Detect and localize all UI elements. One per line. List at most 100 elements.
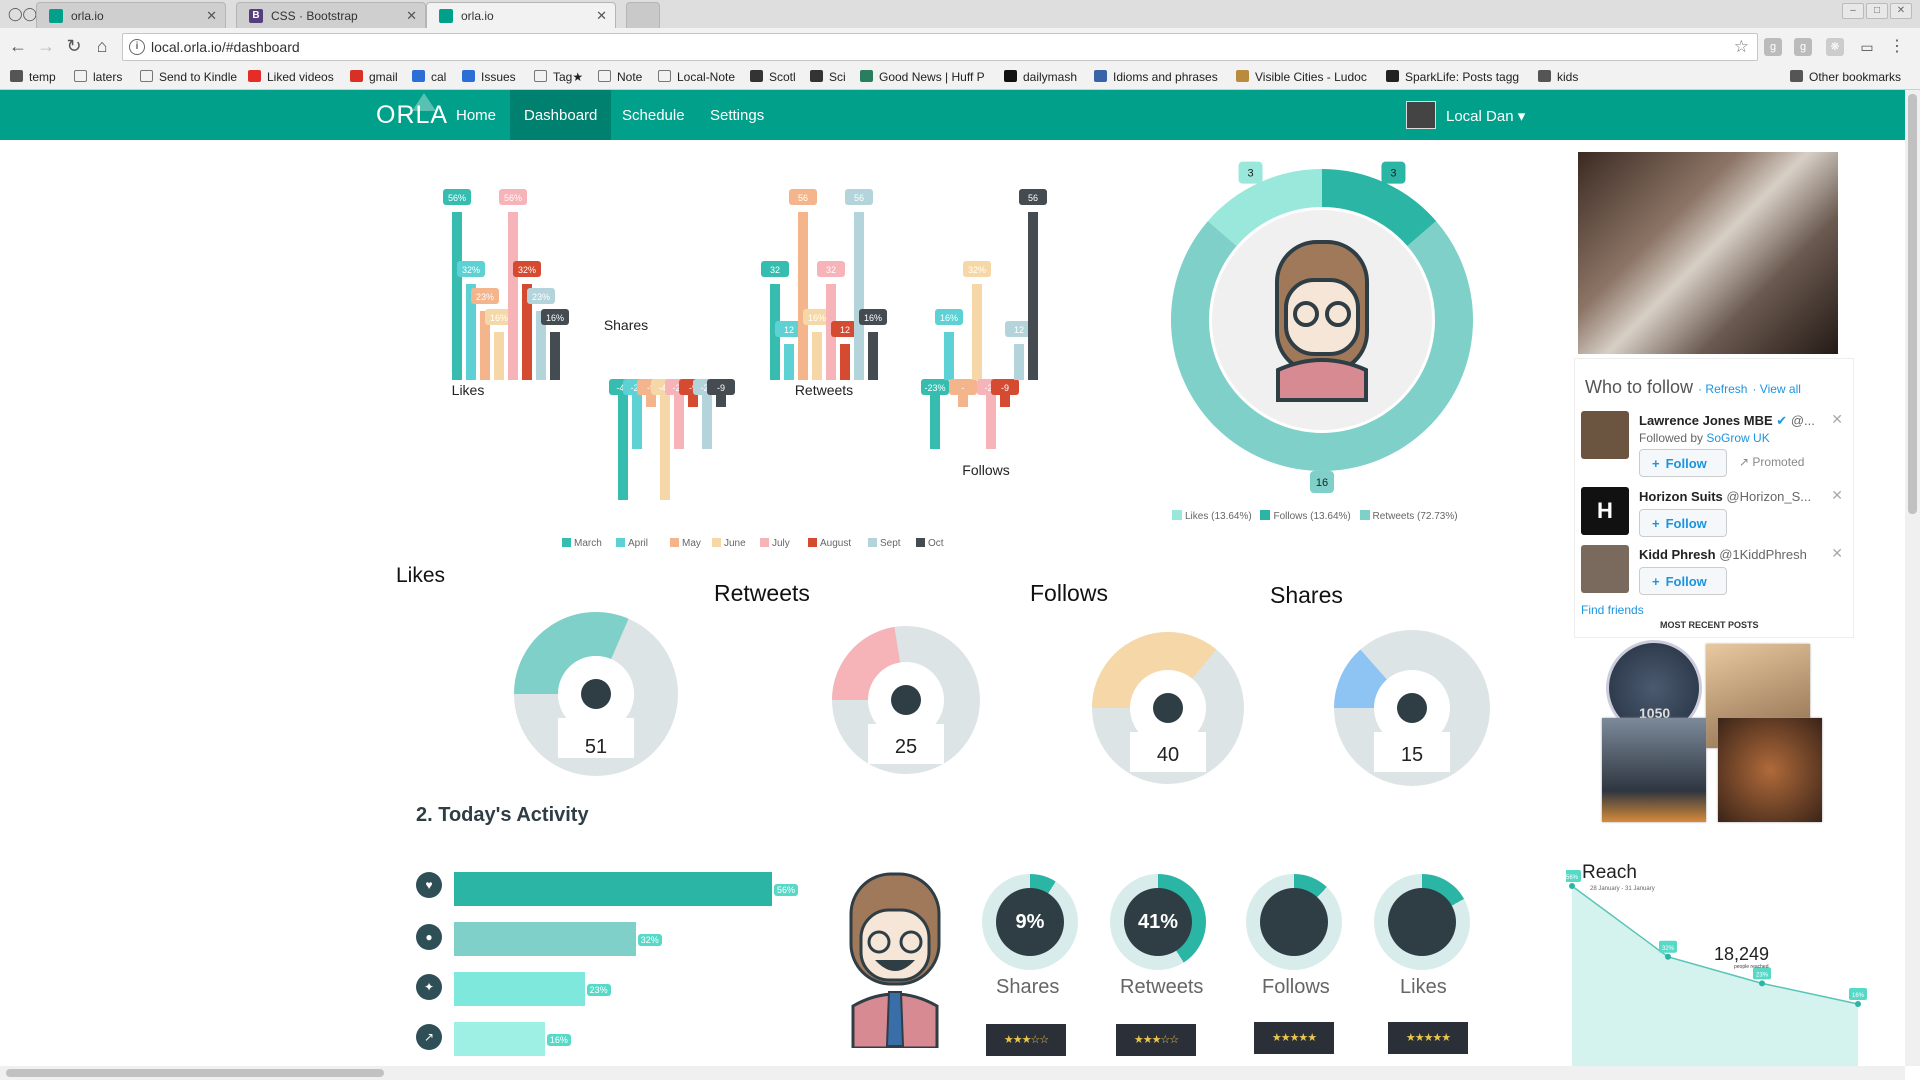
address-bar[interactable]: i local.orla.io/#dashboard ☆: [122, 33, 1758, 61]
bookmark-liked-videos[interactable]: Liked videos: [248, 70, 334, 84]
bookmark-send-to-kindle[interactable]: Send to Kindle: [140, 70, 237, 84]
bookmark-note[interactable]: Note: [598, 70, 642, 84]
bar-data-label: 16%: [940, 313, 958, 323]
avatar: [1581, 411, 1629, 459]
bar-chart-panel: 56%32%23%16%56%32%23%16%Likes-40-23-9-40…: [370, 140, 1120, 560]
bar-data-label: 12: [840, 325, 850, 335]
bar-data-label: 12: [784, 325, 794, 335]
browser-tab-1[interactable]: orla.io ✕: [36, 2, 226, 28]
info-icon[interactable]: i: [129, 39, 145, 55]
home-icon[interactable]: ⌂: [90, 36, 114, 57]
menu-dots-icon[interactable]: ⋮: [1888, 38, 1906, 56]
grouped-bar-chart: 56%32%23%16%56%32%23%16%Likes-40-23-9-40…: [443, 189, 1047, 549]
twitter-bird-icon: ✦: [416, 974, 442, 1000]
minimize-window-icon[interactable]: –: [1842, 3, 1864, 19]
extension-icon-1[interactable]: g: [1764, 38, 1782, 56]
forward-arrow-icon[interactable]: →: [34, 36, 58, 57]
bookmark-star-icon[interactable]: ☆: [1734, 37, 1749, 57]
bar: [1014, 344, 1024, 380]
legend-swatch: [916, 538, 925, 547]
scroll-thumb[interactable]: [1908, 94, 1917, 514]
gauge-value-follows: 40: [1156, 744, 1180, 766]
find-friends-link[interactable]: Find friends: [1581, 603, 1644, 617]
bar-data-label: 32%: [968, 265, 986, 275]
follow-suggestion: Kidd Phresh @1KiddPhresh Follow ✕: [1581, 545, 1851, 605]
bar-data-label: -9: [717, 383, 725, 393]
bookmark-good-news[interactable]: Good News | Huff P: [860, 70, 985, 84]
bookmark-visible-cities[interactable]: Visible Cities - Ludoc: [1236, 70, 1367, 84]
dismiss-icon[interactable]: ✕: [1831, 487, 1843, 504]
legend-label: March: [574, 538, 602, 549]
bar: [972, 284, 982, 380]
gauge-fill: [1334, 649, 1391, 710]
extension-icon-2[interactable]: g: [1794, 38, 1812, 56]
bar-data-label: -: [962, 383, 965, 393]
browser-tab-3-active[interactable]: orla.io ✕: [426, 2, 616, 28]
extension-icon-3[interactable]: ❋: [1826, 38, 1844, 56]
follow-button[interactable]: Follow: [1639, 567, 1727, 595]
bookmark-other[interactable]: Other bookmarks: [1790, 70, 1901, 84]
cast-icon[interactable]: ▭: [1858, 38, 1876, 56]
view-all-link[interactable]: View all: [1760, 382, 1801, 396]
bookmark-temp[interactable]: temp: [10, 70, 56, 84]
engagement-donut-chart: 3 3 16: [1171, 161, 1473, 493]
sparklife-icon: [1386, 70, 1399, 82]
orla-logo[interactable]: ORLA: [376, 93, 448, 130]
horizontal-scrollbar[interactable]: [0, 1066, 1905, 1080]
nav-home[interactable]: Home: [442, 90, 510, 140]
back-arrow-icon[interactable]: ←: [6, 36, 30, 57]
bookmark-sparklife[interactable]: SparkLife: Posts tagg: [1386, 70, 1519, 84]
legend-label: Sept: [880, 538, 901, 549]
dismiss-icon[interactable]: ✕: [1831, 411, 1843, 428]
follow-button[interactable]: Follow: [1639, 449, 1727, 477]
bookmark-scotl[interactable]: Scotl: [750, 70, 796, 84]
bookmark-cal[interactable]: cal: [412, 70, 446, 84]
legend-swatch: [808, 538, 817, 547]
recent-post-thumbnail[interactable]: [1718, 718, 1822, 822]
page-icon: [140, 70, 153, 82]
reload-icon[interactable]: ↻: [62, 36, 86, 57]
refresh-link[interactable]: Refresh: [1705, 382, 1747, 396]
reach-point: [1759, 980, 1765, 987]
bookmark-local-note[interactable]: Local-Note: [658, 70, 735, 84]
orla-favicon-icon: [49, 9, 63, 23]
close-icon[interactable]: ✕: [206, 8, 217, 24]
nav-schedule[interactable]: Schedule: [608, 90, 699, 140]
bookmark-dailymash[interactable]: dailymash: [1004, 70, 1077, 84]
bookmark-sci[interactable]: Sci: [810, 70, 846, 84]
activity-bar: [454, 972, 585, 1006]
bookmark-kids[interactable]: kids: [1538, 70, 1578, 84]
activity-bar: [454, 922, 636, 956]
verified-icon: ✔: [1776, 413, 1788, 428]
close-window-icon[interactable]: ✕: [1890, 3, 1912, 19]
scroll-thumb[interactable]: [6, 1069, 384, 1077]
vertical-scrollbar[interactable]: [1905, 90, 1920, 1066]
youtube-icon: [248, 70, 261, 82]
who-to-follow-widget: Who to follow · Refresh · View all Lawre…: [1574, 358, 1854, 638]
folder-icon: [1538, 70, 1551, 82]
nav-settings[interactable]: Settings: [696, 90, 778, 140]
legend-label: August: [820, 538, 851, 549]
dismiss-icon[interactable]: ✕: [1831, 545, 1843, 562]
bookmark-laters[interactable]: laters: [74, 70, 122, 84]
activity-bar-label: 32%: [637, 934, 662, 946]
gauge-value-likes: 51: [584, 736, 608, 758]
reach-point: [1855, 1001, 1861, 1007]
new-tab-button[interactable]: [626, 2, 660, 28]
bookmark-idioms[interactable]: Idioms and phrases: [1094, 70, 1218, 84]
bookmark-issues[interactable]: Issues: [462, 70, 516, 84]
follow-button[interactable]: Follow: [1639, 509, 1727, 537]
browser-tab-2[interactable]: B CSS · Bootstrap ✕: [236, 2, 426, 28]
bookmark-gmail[interactable]: gmail: [350, 70, 398, 84]
calendar-icon: [412, 70, 425, 82]
legend-swatch: [616, 538, 625, 547]
bar-data-label: 16%: [546, 313, 564, 323]
bookmark-tag[interactable]: Tag★: [534, 70, 583, 84]
bar: [812, 332, 822, 380]
maximize-window-icon[interactable]: □: [1866, 3, 1888, 19]
legend-label: June: [724, 538, 746, 549]
close-icon[interactable]: ✕: [406, 8, 417, 24]
close-icon[interactable]: ✕: [596, 8, 607, 24]
nav-dashboard[interactable]: Dashboard: [510, 90, 612, 140]
recent-post-thumbnail[interactable]: [1602, 718, 1706, 822]
